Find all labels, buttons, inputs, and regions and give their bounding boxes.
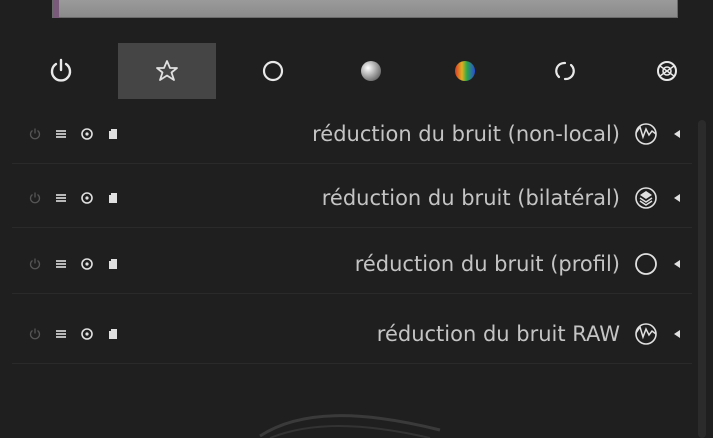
power-icon xyxy=(50,58,72,82)
expand-arrow-icon[interactable] xyxy=(662,259,692,269)
module-row-bilateral[interactable]: réduction du bruit (bilatéral) xyxy=(12,168,692,228)
tab-correct[interactable] xyxy=(516,43,614,99)
module-row-nonlocal[interactable]: réduction du bruit (non-local) xyxy=(12,104,692,164)
multi-instance-icon[interactable] xyxy=(100,124,126,144)
reset-icon[interactable] xyxy=(74,254,100,274)
effect-icon xyxy=(657,61,677,81)
decorative-logo-swirl xyxy=(259,414,441,438)
module-row-profile[interactable]: réduction du bruit (profil) xyxy=(12,234,692,294)
module-power-icon[interactable] xyxy=(22,124,48,144)
module-row-raw[interactable]: réduction du bruit RAW xyxy=(12,304,692,364)
module-label: réduction du bruit RAW xyxy=(376,321,620,346)
module-controls xyxy=(12,188,142,208)
multi-instance-icon[interactable] xyxy=(100,188,126,208)
tab-favorites[interactable] xyxy=(118,43,216,99)
module-label: réduction du bruit (non-local) xyxy=(312,121,620,146)
darkroom-module-panel: réduction du bruit (non-local) réduction… xyxy=(0,0,713,438)
tab-tone[interactable] xyxy=(322,43,420,99)
circle-icon xyxy=(262,60,284,82)
multi-instance-icon[interactable] xyxy=(100,324,126,344)
star-icon xyxy=(156,60,178,81)
reset-icon[interactable] xyxy=(74,188,100,208)
tab-color[interactable] xyxy=(416,43,514,99)
color-sphere-icon xyxy=(455,61,475,81)
module-power-icon[interactable] xyxy=(22,254,48,274)
preview-edge xyxy=(53,0,59,18)
wave-circle-icon xyxy=(630,318,662,350)
reset-icon[interactable] xyxy=(74,324,100,344)
rotate-icon xyxy=(555,61,575,81)
tab-effects[interactable] xyxy=(618,43,713,99)
module-group-tabs xyxy=(12,40,713,100)
image-preview-strip xyxy=(52,0,678,18)
multi-instance-icon[interactable] xyxy=(100,254,126,274)
expand-arrow-icon[interactable] xyxy=(662,329,692,339)
module-list-scrollbar[interactable] xyxy=(698,120,706,438)
tab-active-modules[interactable] xyxy=(12,43,110,99)
module-power-icon[interactable] xyxy=(22,188,48,208)
circle-outline-icon xyxy=(630,248,662,280)
presets-menu-icon[interactable] xyxy=(48,188,74,208)
reset-icon[interactable] xyxy=(74,124,100,144)
module-controls xyxy=(12,254,142,274)
presets-menu-icon[interactable] xyxy=(48,324,74,344)
expand-arrow-icon[interactable] xyxy=(662,129,692,139)
module-controls xyxy=(12,324,142,344)
layers-circle-icon xyxy=(630,182,662,214)
gradient-sphere-icon xyxy=(361,61,381,81)
presets-menu-icon[interactable] xyxy=(48,124,74,144)
module-label: réduction du bruit (bilatéral) xyxy=(321,185,620,210)
module-label: réduction du bruit (profil) xyxy=(354,251,620,276)
wave-circle-icon xyxy=(630,118,662,150)
module-power-icon[interactable] xyxy=(22,324,48,344)
presets-menu-icon[interactable] xyxy=(48,254,74,274)
expand-arrow-icon[interactable] xyxy=(662,193,692,203)
module-controls xyxy=(12,124,142,144)
tab-basic[interactable] xyxy=(224,43,322,99)
